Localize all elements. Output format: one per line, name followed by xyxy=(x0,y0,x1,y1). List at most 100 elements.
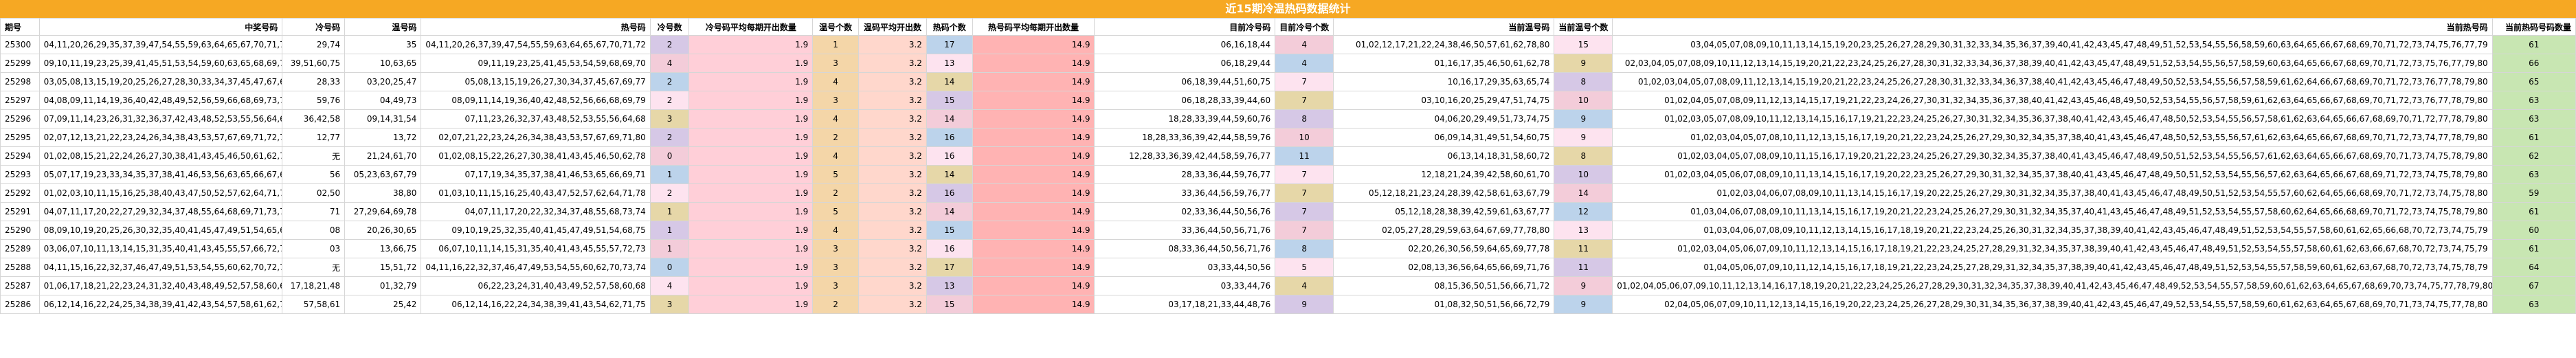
cell-curWarm: 02,05,27,28,29,59,63,64,67,69,77,78,80 xyxy=(1333,221,1555,240)
cell-issue: 25294 xyxy=(0,146,40,166)
cell-curWarmN: 15 xyxy=(1554,35,1613,54)
cell-hot: 01,03,10,11,15,16,25,40,43,47,52,57,62,6… xyxy=(421,183,651,203)
cell-hotN: 15 xyxy=(926,91,973,110)
table-row: 25292 01,02,03,10,11,15,16,25,38,40,43,47… xyxy=(0,183,2576,203)
cell-curHotN: 61 xyxy=(2491,239,2576,258)
cell-coldAvg: 1.9 xyxy=(688,35,814,54)
cell-hot: 04,07,11,17,20,22,32,34,37,48,55,68,73,7… xyxy=(421,202,651,221)
cell-hot: 06,22,23,24,31,40,43,49,52,57,58,60,68 xyxy=(421,276,651,295)
cell-cold: 12,77 xyxy=(282,128,346,147)
cell-curWarm: 03,10,16,20,25,29,47,51,74,75 xyxy=(1333,91,1555,110)
cell-hot: 07,11,23,26,32,37,43,48,52,53,55,56,64,6… xyxy=(421,109,651,128)
cell-curHotN: 63 xyxy=(2491,165,2576,184)
cell-curCold: 12,28,33,36,39,42,44,58,59,76,77 xyxy=(1094,146,1276,166)
cell-warmAvg: 3.2 xyxy=(858,221,927,240)
cell-curHotN: 59 xyxy=(2491,183,2576,203)
cell-win: 04,11,15,16,22,32,37,46,47,49,51,53,54,5… xyxy=(38,258,283,277)
cell-coldAvg: 1.9 xyxy=(688,276,814,295)
header-cell: 当前温号个数 xyxy=(1554,18,1613,36)
cell-curWarmN: 12 xyxy=(1554,202,1613,221)
cell-warmN: 3 xyxy=(812,276,859,295)
cell-hotAvg: 14.9 xyxy=(972,72,1095,91)
cell-hot: 09,10,19,25,32,35,40,41,45,47,49,51,54,6… xyxy=(421,221,651,240)
cell-curColdN: 11 xyxy=(1275,146,1334,166)
cell-warm: 27,29,64,69,78 xyxy=(344,202,422,221)
cell-coldAvg: 1.9 xyxy=(688,202,814,221)
cell-coldAvg: 1.9 xyxy=(688,146,814,166)
cell-cold: 71 xyxy=(282,202,346,221)
header-cell: 温号个数 xyxy=(812,18,859,36)
cell-hot: 04,11,16,22,32,37,46,47,49,53,54,55,60,6… xyxy=(421,258,651,277)
cell-curWarm: 10,16,17,29,35,63,65,74 xyxy=(1333,72,1555,91)
cell-hotN: 17 xyxy=(926,258,973,277)
cell-cold: 03 xyxy=(282,239,346,258)
cell-curCold: 06,18,28,33,39,44,60 xyxy=(1094,91,1276,110)
cell-warmAvg: 3.2 xyxy=(858,239,927,258)
cell-hotAvg: 14.9 xyxy=(972,128,1095,147)
cell-curWarm: 05,12,18,21,23,24,28,39,42,58,61,63,67,7… xyxy=(1333,183,1555,203)
cell-warmN: 3 xyxy=(812,54,859,73)
cell-coldAvg: 1.9 xyxy=(688,91,814,110)
cell-curHot: 01,02,03,04,05,06,07,08,09,10,11,13,14,1… xyxy=(1612,165,2493,184)
cell-curColdN: 8 xyxy=(1275,109,1334,128)
cell-warmAvg: 3.2 xyxy=(858,72,927,91)
table-row: 25289 03,06,07,10,11,13,14,15,31,35,40,41… xyxy=(0,239,2576,258)
cell-issue: 25299 xyxy=(0,54,40,73)
cell-win: 09,10,11,19,23,25,39,41,45,51,53,54,59,6… xyxy=(38,54,283,73)
cell-warmAvg: 3.2 xyxy=(858,128,927,147)
cell-curHotN: 64 xyxy=(2491,258,2576,277)
cell-curWarm: 01,08,32,50,51,56,66,72,79 xyxy=(1333,295,1555,314)
cell-curWarmN: 8 xyxy=(1554,146,1613,166)
cell-win: 03,06,07,10,11,13,14,15,31,35,40,41,43,4… xyxy=(38,239,283,258)
cell-curWarmN: 10 xyxy=(1554,165,1613,184)
cell-warmAvg: 3.2 xyxy=(858,146,927,166)
cell-curHotN: 67 xyxy=(2491,276,2576,295)
header-cell: 冷号码平均每期开出数量 xyxy=(688,18,814,36)
cell-hotAvg: 14.9 xyxy=(972,146,1095,166)
cell-cold: 36,42,58 xyxy=(282,109,346,128)
cell-warmAvg: 3.2 xyxy=(858,109,927,128)
cell-curHot: 01,02,03,05,07,08,09,10,11,12,13,14,15,1… xyxy=(1612,109,2493,128)
cell-coldN: 1 xyxy=(649,202,690,221)
cell-warmN: 3 xyxy=(812,258,859,277)
cell-warm: 21,24,61,70 xyxy=(344,146,422,166)
cell-coldN: 2 xyxy=(649,72,690,91)
cell-warmN: 2 xyxy=(812,295,859,314)
header-cell: 温码平均开出数 xyxy=(858,18,927,36)
cell-curColdN: 4 xyxy=(1275,276,1334,295)
cell-curHotN: 62 xyxy=(2491,146,2576,166)
cell-curColdN: 7 xyxy=(1275,165,1334,184)
cell-curHotN: 63 xyxy=(2491,295,2576,314)
cell-coldAvg: 1.9 xyxy=(688,239,814,258)
cell-curCold: 02,33,36,44,50,56,76 xyxy=(1094,202,1276,221)
cell-curHot: 01,02,03,04,05,07,08,10,11,12,13,15,16,1… xyxy=(1612,128,2493,147)
cell-cold: 08 xyxy=(282,221,346,240)
cell-curCold: 03,33,44,50,56 xyxy=(1094,258,1276,277)
cell-warm: 38,80 xyxy=(344,183,422,203)
cell-curWarm: 06,13,14,18,31,58,60,72 xyxy=(1333,146,1555,166)
cell-hotN: 16 xyxy=(926,239,973,258)
cell-curCold: 33,36,44,56,59,76,77 xyxy=(1094,183,1276,203)
cell-coldN: 3 xyxy=(649,109,690,128)
cell-hot: 06,12,14,16,22,24,34,38,39,41,43,54,62,7… xyxy=(421,295,651,314)
cell-issue: 25295 xyxy=(0,128,40,147)
cell-curWarm: 02,08,13,36,56,64,65,66,69,71,76 xyxy=(1333,258,1555,277)
cell-hotAvg: 14.9 xyxy=(972,35,1095,54)
cell-curWarmN: 9 xyxy=(1554,54,1613,73)
cell-issue: 25297 xyxy=(0,91,40,110)
cell-curWarm: 01,02,12,17,21,22,24,38,46,50,57,61,62,7… xyxy=(1333,35,1555,54)
cell-warmN: 4 xyxy=(812,146,859,166)
cell-coldN: 1 xyxy=(649,221,690,240)
cell-hotAvg: 14.9 xyxy=(972,91,1095,110)
cell-warmAvg: 3.2 xyxy=(858,258,927,277)
cell-hot: 02,07,21,22,23,24,26,34,38,43,53,57,67,6… xyxy=(421,128,651,147)
cell-curHot: 01,04,05,06,07,09,10,11,12,14,15,16,17,1… xyxy=(1612,258,2493,277)
cell-hotAvg: 14.9 xyxy=(972,239,1095,258)
cell-curHotN: 60 xyxy=(2491,221,2576,240)
cell-curWarmN: 9 xyxy=(1554,128,1613,147)
cell-hotN: 14 xyxy=(926,202,973,221)
table-row: 25287 01,06,17,18,21,22,23,24,31,32,40,43… xyxy=(0,276,2576,295)
cell-coldN: 4 xyxy=(649,276,690,295)
cell-win: 02,07,12,13,21,22,23,24,26,34,38,43,53,5… xyxy=(38,128,283,147)
cell-coldN: 2 xyxy=(649,91,690,110)
